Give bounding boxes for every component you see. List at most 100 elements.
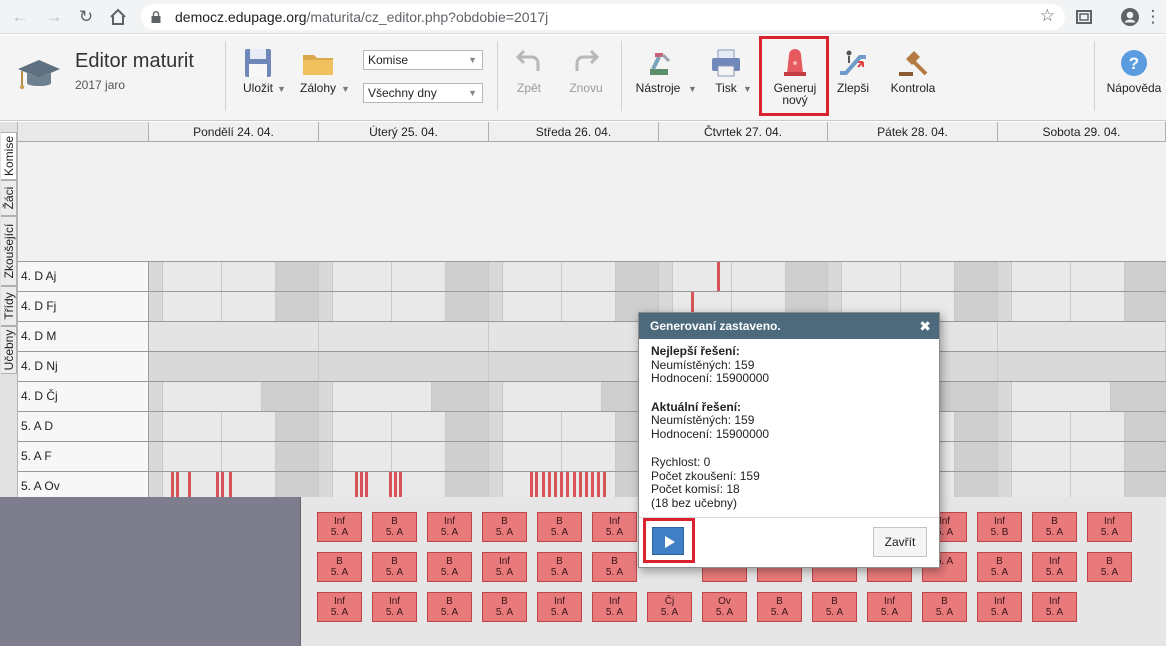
grid-cell[interactable]: [392, 412, 446, 441]
grid-cell[interactable]: [503, 442, 562, 471]
grid-cell[interactable]: [163, 412, 222, 441]
side-tab-classes[interactable]: Třídy: [1, 286, 17, 326]
grid-cell[interactable]: [732, 262, 786, 291]
grid-cell[interactable]: [149, 322, 319, 351]
redo-button[interactable]: Znovu: [565, 43, 607, 115]
grid-cell[interactable]: [1125, 262, 1166, 291]
grid-cell[interactable]: [955, 292, 998, 321]
row-label[interactable]: 4. D Fj: [18, 292, 149, 321]
exam-chip[interactable]: Inf 5. A: [1087, 512, 1132, 542]
grid-cell[interactable]: [503, 382, 602, 411]
placed-exam-mark[interactable]: [365, 472, 368, 497]
grid-cell[interactable]: [1012, 442, 1071, 471]
grid-cell[interactable]: [163, 262, 222, 291]
placed-exam-mark[interactable]: [597, 472, 600, 497]
grid-cell[interactable]: [562, 292, 616, 321]
forward-icon[interactable]: →: [42, 5, 66, 29]
days-select[interactable]: Všechny dny ▼: [363, 83, 483, 103]
grid-cell[interactable]: [1125, 442, 1166, 471]
grid-cell[interactable]: [1012, 412, 1071, 441]
grid-cell[interactable]: [1012, 472, 1071, 497]
grid-cell[interactable]: [955, 412, 998, 441]
grid-cell[interactable]: [659, 262, 673, 291]
exam-chip[interactable]: B 5. A: [537, 512, 582, 542]
grid-cell[interactable]: [562, 442, 616, 471]
cast-icon[interactable]: [1072, 5, 1096, 29]
grid-cell[interactable]: [1125, 412, 1166, 441]
exam-chip[interactable]: Inf 5. A: [1032, 592, 1077, 622]
grid-cell[interactable]: [503, 262, 562, 291]
improve-button[interactable]: Zlepši: [833, 43, 873, 115]
placed-exam-mark[interactable]: [171, 472, 174, 497]
exam-chip[interactable]: Inf 5. A: [317, 512, 362, 542]
exam-chip[interactable]: B 5. A: [922, 592, 967, 622]
exam-chip[interactable]: Inf 5. A: [592, 592, 637, 622]
grid-cell[interactable]: [828, 262, 842, 291]
grid-cell[interactable]: [262, 382, 319, 411]
grid-cell[interactable]: [319, 352, 489, 381]
grid-cell[interactable]: [446, 442, 489, 471]
home-icon[interactable]: [106, 5, 130, 29]
backups-dropdown-arrow[interactable]: ▼: [341, 84, 350, 94]
placed-exam-mark[interactable]: [229, 472, 232, 497]
exam-chip[interactable]: B 5. A: [1087, 552, 1132, 582]
grid-cell[interactable]: [319, 322, 489, 351]
tools-button[interactable]: Nástroje: [632, 43, 684, 115]
exam-chip[interactable]: Inf 5. A: [867, 592, 912, 622]
grid-cell[interactable]: [163, 442, 222, 471]
grid-cell[interactable]: [1071, 472, 1125, 497]
grid-cell[interactable]: [392, 442, 446, 471]
side-tab-rooms[interactable]: Učebny: [1, 326, 17, 374]
placed-exam-mark[interactable]: [188, 472, 191, 497]
grid-cell[interactable]: [446, 262, 489, 291]
grid-cell[interactable]: [1012, 292, 1071, 321]
grid-cell[interactable]: [998, 322, 1166, 351]
grid-cell[interactable]: [562, 472, 616, 497]
placed-exam-mark[interactable]: [554, 472, 557, 497]
grid-cell[interactable]: [222, 442, 276, 471]
exam-chip[interactable]: B 5. A: [757, 592, 802, 622]
placed-exam-mark[interactable]: [548, 472, 551, 497]
grid-cell[interactable]: [319, 382, 333, 411]
print-button[interactable]: Tisk: [706, 43, 746, 115]
reload-icon[interactable]: ↻: [74, 5, 98, 29]
grid-cell[interactable]: [276, 292, 319, 321]
grid-cell[interactable]: [222, 292, 276, 321]
grid-cell[interactable]: [1111, 382, 1166, 411]
grid-cell[interactable]: [319, 262, 333, 291]
exam-chip[interactable]: B 5. A: [317, 552, 362, 582]
grid-cell[interactable]: [392, 262, 446, 291]
help-button[interactable]: ? Nápověda: [1104, 43, 1164, 115]
grid-cell[interactable]: [1125, 292, 1166, 321]
grid-cell[interactable]: [319, 472, 333, 497]
row-label[interactable]: 5. A D: [18, 412, 149, 441]
placed-exam-mark[interactable]: [530, 472, 533, 497]
exam-chip[interactable]: Inf 5. A: [482, 552, 527, 582]
grid-cell[interactable]: [276, 442, 319, 471]
address-bar[interactable]: democz.edupage.org/maturita/cz_editor.ph…: [141, 4, 1065, 30]
placed-exam-mark[interactable]: [216, 472, 219, 497]
exam-chip[interactable]: Inf 5. A: [372, 592, 417, 622]
exam-chip[interactable]: Inf 5. B: [977, 512, 1022, 542]
placed-exam-mark[interactable]: [717, 262, 720, 291]
placed-exam-mark[interactable]: [579, 472, 582, 497]
placed-exam-mark[interactable]: [176, 472, 179, 497]
placed-exam-mark[interactable]: [389, 472, 392, 497]
grid-cell[interactable]: [149, 292, 163, 321]
grid-cell[interactable]: [955, 442, 998, 471]
grid-cell[interactable]: [446, 412, 489, 441]
save-dropdown-arrow[interactable]: ▼: [277, 84, 286, 94]
grid-cell[interactable]: [786, 262, 828, 291]
exam-chip[interactable]: Inf 5. A: [592, 512, 637, 542]
exam-chip[interactable]: B 5. A: [372, 512, 417, 542]
grid-cell[interactable]: [998, 352, 1166, 381]
menu-icon[interactable]: ⋮: [1141, 5, 1165, 29]
exam-chip[interactable]: Inf 5. A: [537, 592, 582, 622]
grid-cell[interactable]: [489, 292, 503, 321]
grid-cell[interactable]: [998, 292, 1012, 321]
row-label[interactable]: 4. D Aj: [18, 262, 149, 291]
row-label[interactable]: 4. D Nj: [18, 352, 149, 381]
grid-cell[interactable]: [998, 262, 1012, 291]
placed-exam-mark[interactable]: [535, 472, 538, 497]
grid-cell[interactable]: [149, 412, 163, 441]
